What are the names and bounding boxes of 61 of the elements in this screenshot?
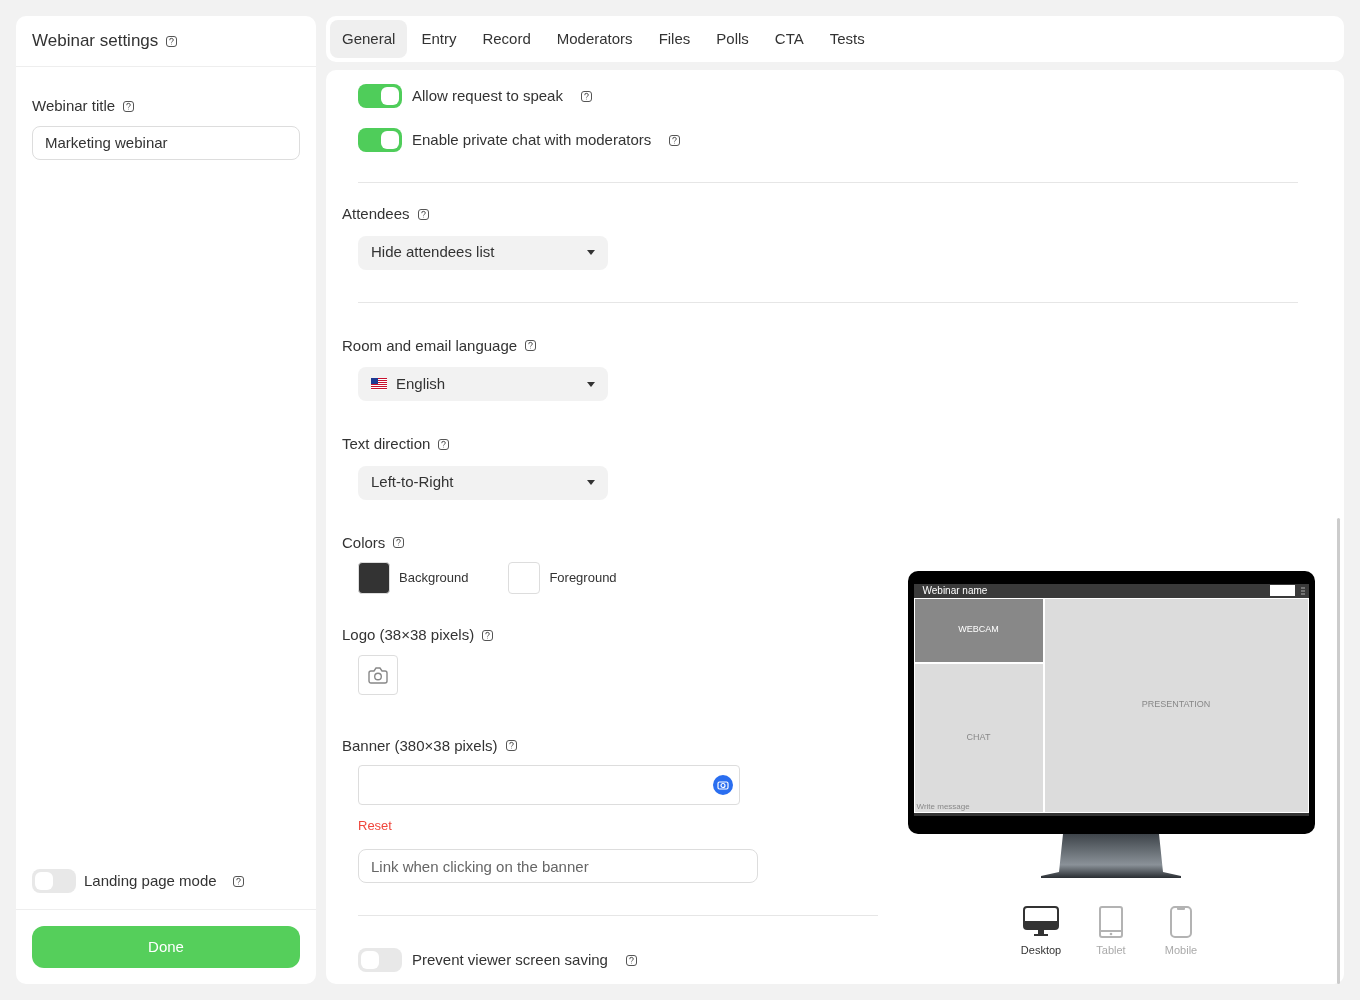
caret-icon (587, 381, 595, 387)
banner-link-field[interactable]: Link when clicking on the banner (358, 849, 758, 883)
tab[interactable]: CTA (762, 20, 816, 58)
help-icon[interactable] (669, 134, 681, 146)
toggle-label: Allow request to speak (412, 85, 563, 106)
monitor-icon (1023, 905, 1059, 938)
webinar-title-field[interactable]: Marketing webinar (32, 125, 300, 160)
select-dropdown[interactable]: Left-to-Right (358, 465, 608, 500)
help-icon[interactable] (393, 537, 405, 549)
flag-icon (371, 378, 387, 390)
toggle-switch[interactable] (358, 84, 402, 108)
tab[interactable]: Files (646, 20, 703, 58)
camera-icon (368, 665, 388, 684)
tab[interactable]: Record (470, 20, 543, 58)
tab[interactable]: Polls (704, 20, 761, 58)
help-icon[interactable] (625, 954, 637, 966)
presentation-area: PRESENTATION (1044, 598, 1308, 812)
preview-title: Webinar name (922, 585, 989, 596)
caret-icon (587, 250, 595, 255)
chat-area: CHAT Write message (914, 663, 1043, 812)
help-icon[interactable] (166, 35, 178, 47)
color-swatch[interactable] (358, 562, 390, 594)
menu-icon (1299, 586, 1306, 595)
device-button[interactable]: Desktop (1021, 905, 1061, 958)
field-label: Colors (342, 532, 386, 553)
help-icon[interactable] (123, 100, 135, 112)
tablet-icon (1099, 905, 1123, 938)
caret-icon (587, 480, 595, 485)
field-label: Banner (380×38 pixels) (342, 735, 498, 756)
tab[interactable]: Moderators (544, 20, 645, 58)
toggle-label: Prevent viewer screen saving (412, 949, 608, 970)
color-label: Foreground (549, 569, 617, 588)
tab[interactable]: Tests (817, 20, 877, 58)
field-label: Attendees (342, 204, 410, 224)
toggle-label: Enable private chat with moderators (412, 129, 652, 150)
color-label: Background (399, 569, 469, 588)
toggle-label: Landing page mode (84, 870, 217, 891)
select-dropdown[interactable]: Hide attendees list (358, 235, 608, 270)
toggle-switch[interactable] (358, 128, 402, 152)
banner-upload-field[interactable] (358, 765, 740, 805)
reset-link[interactable]: Reset (358, 818, 392, 833)
logo-upload-button[interactable] (358, 654, 398, 695)
webcam-area: WEBCAM (914, 598, 1043, 662)
help-icon[interactable] (232, 875, 244, 887)
select-dropdown[interactable]: English (358, 367, 608, 401)
camera-icon (713, 775, 733, 795)
help-icon[interactable] (580, 90, 592, 102)
color-swatch[interactable] (508, 562, 541, 594)
help-icon[interactable] (525, 340, 537, 352)
tab[interactable]: General (330, 20, 408, 58)
help-icon[interactable] (505, 740, 517, 752)
field-label: Text direction (342, 434, 431, 454)
field-label: Webinar title (32, 96, 116, 116)
field-label: Logo (38×38 pixels) (342, 625, 475, 645)
tab[interactable]: Entry (409, 20, 469, 58)
help-icon[interactable] (417, 208, 429, 220)
field-label: Room and email language (342, 335, 518, 356)
help-icon[interactable] (482, 629, 494, 641)
phone-icon (1170, 905, 1192, 938)
sidebar-title: Webinar settings (32, 30, 159, 53)
help-icon[interactable] (438, 438, 450, 450)
